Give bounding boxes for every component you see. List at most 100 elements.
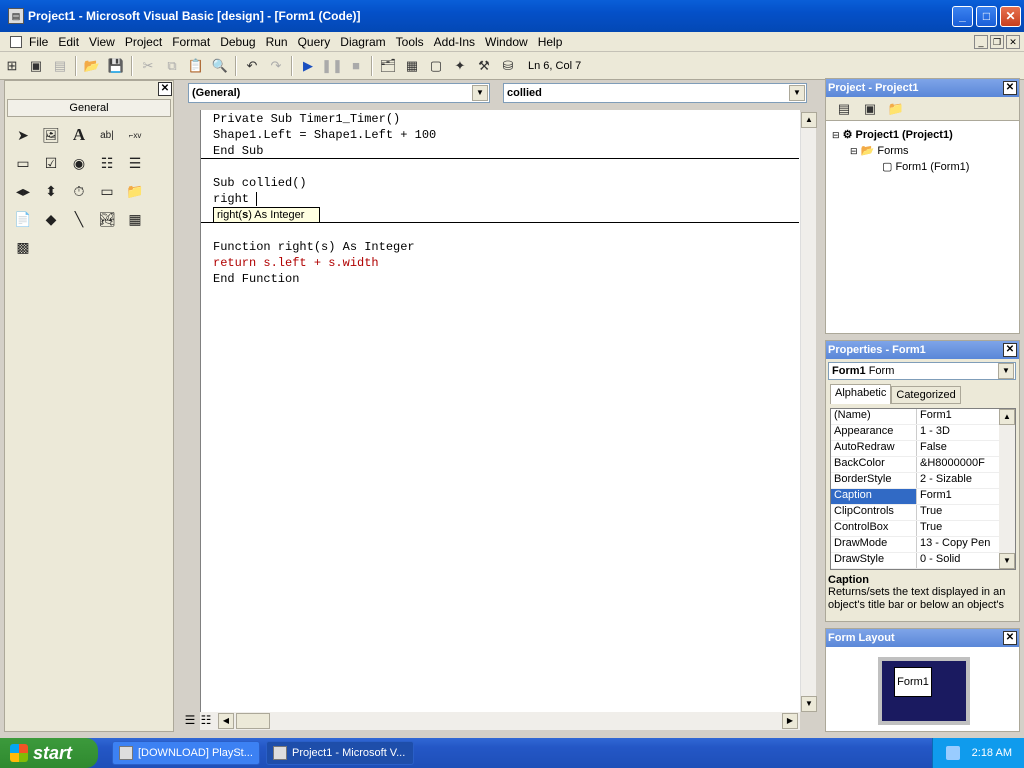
tree-node-forms[interactable]: ⊟ 📂 Forms [850, 144, 909, 157]
property-value[interactable]: Form1 [917, 409, 999, 424]
property-value[interactable]: 2 - Sizable [917, 473, 999, 488]
taskbar-item-download[interactable]: [DOWNLOAD] PlaySt... [112, 741, 260, 765]
menu-edit[interactable]: Edit [53, 35, 84, 49]
properties-panel-close-button[interactable]: ✕ [1003, 343, 1017, 357]
property-value[interactable]: True [917, 505, 999, 520]
line-icon[interactable]: ╲ [65, 205, 93, 233]
property-row[interactable]: ControlBox True [831, 521, 999, 537]
undo-icon[interactable]: ↶ [241, 55, 263, 77]
property-grid-scrollbar[interactable]: ▲ ▼ [999, 409, 1015, 569]
network-icon[interactable] [945, 746, 960, 760]
toolbox-close-button[interactable]: ✕ [158, 82, 172, 96]
minimize-button[interactable]: _ [952, 5, 973, 27]
commandbutton-icon[interactable]: ▭ [9, 149, 37, 177]
image-icon[interactable]: 🏞 [93, 205, 121, 233]
chevron-down-icon[interactable]: ▼ [789, 85, 805, 101]
menu-window[interactable]: Window [480, 35, 533, 49]
scroll-up-icon[interactable]: ▲ [801, 112, 817, 128]
property-value[interactable]: False [917, 441, 999, 456]
mdi-restore-button[interactable]: ❐ [990, 34, 1004, 49]
object-browser-icon[interactable]: ✦ [449, 55, 471, 77]
form-layout-form[interactable]: Form1 [894, 667, 932, 697]
cut-icon[interactable]: ✂ [137, 55, 159, 77]
form-layout-close-button[interactable]: ✕ [1003, 631, 1017, 645]
property-row[interactable]: DrawMode 13 - Copy Pen [831, 537, 999, 553]
collapse-icon[interactable]: ⊟ [832, 130, 840, 140]
tab-alphabetic[interactable]: Alphabetic [830, 384, 892, 404]
chevron-down-icon[interactable]: ▼ [472, 85, 488, 101]
maximize-button[interactable]: □ [976, 5, 997, 27]
procedure-combo[interactable]: collied ▼ [503, 83, 807, 103]
picturebox-icon[interactable]: 🖼 [37, 121, 65, 149]
frame-icon[interactable]: ⌐xv [121, 121, 149, 149]
property-row[interactable]: Appearance 1 - 3D [831, 425, 999, 441]
scroll-right-icon[interactable]: ▶ [782, 713, 798, 729]
shape-icon[interactable]: ◆ [37, 205, 65, 233]
tree-node-project[interactable]: ⊟ ⚙ Project1 (Project1) [832, 128, 953, 141]
break-icon[interactable]: ❚❚ [321, 55, 343, 77]
form-layout-icon[interactable]: ▢ [425, 55, 447, 77]
find-icon[interactable]: 🔍 [209, 55, 231, 77]
scroll-thumb[interactable] [236, 713, 270, 729]
property-row[interactable]: DrawStyle 0 - Solid [831, 553, 999, 569]
code-editor[interactable]: Private Sub Timer1_Timer() Shape1.Left =… [200, 110, 800, 712]
menu-add-ins[interactable]: Add-Ins [429, 35, 480, 49]
redo-icon[interactable]: ↷ [265, 55, 287, 77]
property-row[interactable]: BackColor &H8000000F [831, 457, 999, 473]
project-panel-close-button[interactable]: ✕ [1003, 81, 1017, 95]
chevron-down-icon[interactable]: ▼ [998, 363, 1014, 379]
code-line[interactable]: Function right(s) As Integer [213, 239, 415, 255]
code-line-current[interactable]: right [213, 191, 258, 207]
property-row[interactable]: (Name) Form1 [831, 409, 999, 425]
mdi-minimize-button[interactable]: _ [974, 34, 988, 49]
toggle-folders-icon[interactable]: 📁 [885, 98, 907, 120]
properties-window-icon[interactable]: ▦ [401, 55, 423, 77]
property-value[interactable]: 13 - Copy Pen [917, 537, 999, 552]
menu-tools[interactable]: Tools [391, 35, 429, 49]
code-line[interactable]: Private Sub Timer1_Timer() [213, 111, 400, 127]
menu-format[interactable]: Format [167, 35, 215, 49]
menu-file[interactable]: File [24, 35, 53, 49]
dirlistbox-icon[interactable]: 📁 [121, 177, 149, 205]
procedure-view-icon[interactable]: ☰ [182, 713, 198, 729]
menu-project[interactable]: Project [120, 35, 167, 49]
view-object-icon[interactable]: ▣ [859, 98, 881, 120]
optionbutton-icon[interactable]: ◉ [65, 149, 93, 177]
tab-categorized[interactable]: Categorized [891, 386, 961, 404]
property-row[interactable]: BorderStyle 2 - Sizable [831, 473, 999, 489]
code-line[interactable]: Shape1.Left = Shape1.Left + 100 [213, 127, 436, 143]
hscrollbar-icon[interactable]: ◂▸ [9, 177, 37, 205]
start-button[interactable]: start [0, 738, 98, 768]
code-line[interactable]: Sub collied() [213, 175, 307, 191]
code-horizontal-scrollbar[interactable]: ◀ ▶ [200, 712, 800, 730]
open-project-icon[interactable]: 📂 [81, 55, 103, 77]
filelistbox-icon[interactable]: 📄 [9, 205, 37, 233]
ole-icon[interactable]: ▩ [9, 233, 37, 261]
pointer-icon[interactable]: ➤ [9, 121, 37, 149]
object-combo[interactable]: (General) ▼ [188, 83, 490, 103]
code-line[interactable]: End Sub [213, 143, 263, 159]
taskbar-item-vb[interactable]: Project1 - Microsoft V... [266, 741, 414, 765]
scroll-down-icon[interactable]: ▼ [999, 553, 1015, 569]
close-button[interactable]: ✕ [1000, 5, 1021, 27]
timer-icon[interactable]: ⏱ [65, 177, 93, 205]
data-control-icon[interactable]: ▦ [121, 205, 149, 233]
code-line[interactable]: End Function [213, 271, 299, 287]
add-form-icon[interactable]: ▣ [25, 55, 47, 77]
property-row[interactable]: ClipControls True [831, 505, 999, 521]
data-view-icon[interactable]: ⛁ [497, 55, 519, 77]
property-row[interactable]: AutoRedraw False [831, 441, 999, 457]
start-icon[interactable]: ▶ [297, 55, 319, 77]
scroll-up-icon[interactable]: ▲ [999, 409, 1015, 425]
checkbox-icon[interactable]: ☑ [37, 149, 65, 177]
drivelistbox-icon[interactable]: ▭ [93, 177, 121, 205]
menu-diagram[interactable]: Diagram [335, 35, 390, 49]
menu-debug[interactable]: Debug [215, 35, 260, 49]
end-icon[interactable]: ■ [345, 55, 367, 77]
property-value[interactable]: True [917, 521, 999, 536]
vb-app-icon[interactable]: ▤ [8, 8, 24, 24]
toolbox-tab-general[interactable]: General [7, 99, 171, 117]
full-module-view-icon[interactable]: ☷ [198, 713, 214, 729]
textbox-icon[interactable]: ab| [93, 121, 121, 149]
menu-run[interactable]: Run [261, 35, 293, 49]
